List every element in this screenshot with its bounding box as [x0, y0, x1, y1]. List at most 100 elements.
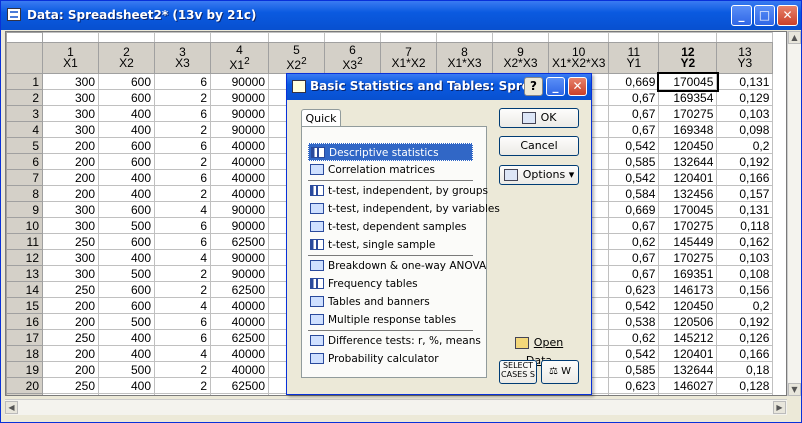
cell[interactable]: 0,118 — [716, 217, 774, 234]
cell[interactable]: 62500 — [210, 233, 269, 250]
cell[interactable]: 62500 — [210, 377, 269, 394]
cell[interactable]: 0,67 — [608, 217, 660, 234]
cell[interactable]: 600 — [98, 201, 155, 218]
column-header[interactable]: 13 Y3 — [716, 42, 774, 74]
tab-quick[interactable]: Quick — [301, 109, 341, 127]
analysis-list-item[interactable]: Probability calculator — [308, 350, 473, 368]
row-header[interactable]: 13 — [6, 265, 43, 282]
minimize-button[interactable]: _ — [731, 5, 752, 26]
column-header[interactable]: 4 X12 — [210, 42, 269, 74]
cell[interactable]: 132644 — [658, 361, 718, 378]
row-header[interactable]: 1 — [6, 73, 43, 90]
cell[interactable]: 0,585 — [608, 361, 660, 378]
cell[interactable]: 2 — [154, 89, 211, 106]
close-button[interactable]: ✕ — [777, 5, 798, 26]
cell[interactable]: 200 — [42, 297, 99, 314]
cell[interactable]: 400 — [98, 329, 155, 346]
row-header[interactable]: 7 — [6, 169, 43, 186]
cell[interactable]: 250 — [42, 393, 99, 395]
column-header[interactable]: 2 X2 — [98, 42, 155, 74]
cell[interactable]: 0,62 — [608, 329, 660, 346]
cell[interactable]: 120506 — [658, 313, 718, 330]
analysis-list-item[interactable]: Descriptive statistics — [308, 143, 473, 161]
analysis-list-item[interactable]: Tables and banners — [308, 293, 473, 311]
cell[interactable]: 0,128 — [716, 377, 774, 394]
row-header[interactable]: 5 — [6, 137, 43, 154]
cell[interactable]: 300 — [42, 121, 99, 138]
cell[interactable]: 0,542 — [608, 137, 660, 154]
row-header[interactable]: 6 — [6, 153, 43, 170]
row-header[interactable]: 3 — [6, 105, 43, 122]
cell[interactable]: 40000 — [210, 153, 269, 170]
cell[interactable]: 169348 — [658, 121, 718, 138]
cell[interactable]: 6 — [154, 169, 211, 186]
cell[interactable]: 170275 — [658, 217, 718, 234]
cell[interactable]: 6 — [154, 73, 211, 90]
cell[interactable]: 2 — [154, 121, 211, 138]
row-header[interactable]: 19 — [6, 361, 43, 378]
row-header[interactable]: 14 — [6, 281, 43, 298]
cell[interactable]: 0,108 — [716, 265, 774, 282]
row-header[interactable]: 4 — [6, 121, 43, 138]
cell[interactable]: 40000 — [210, 185, 269, 202]
column-header[interactable]: 5 X22 — [268, 42, 325, 74]
analysis-list-item[interactable]: Multiple response tables — [308, 311, 473, 329]
cell[interactable]: 145449 — [658, 233, 718, 250]
column-header[interactable]: 7 X1*X2 — [380, 42, 437, 74]
cell[interactable]: 132456 — [658, 185, 718, 202]
vertical-scrollbar[interactable]: ▲ ▼ — [787, 31, 801, 396]
cell[interactable]: 400 — [98, 185, 155, 202]
cell[interactable]: 2 — [154, 361, 211, 378]
analysis-list-item[interactable]: Frequency tables — [308, 275, 473, 293]
cell[interactable]: 2 — [154, 153, 211, 170]
analysis-list-item[interactable]: Breakdown & one-way ANOVA — [308, 257, 486, 275]
cell[interactable]: 300 — [42, 89, 99, 106]
cell[interactable]: 6 — [154, 313, 211, 330]
options-button[interactable]: Options ▾ — [499, 165, 579, 185]
cell[interactable]: 400 — [98, 105, 155, 122]
cell[interactable]: 200 — [42, 185, 99, 202]
dialog-titlebar[interactable]: Basic Statistics and Tables: Spreadsh ? … — [287, 74, 591, 100]
scroll-right-icon[interactable]: ▶ — [773, 401, 786, 414]
cell[interactable]: 0,542 — [608, 345, 660, 362]
cell[interactable]: 4 — [154, 201, 211, 218]
cell[interactable]: 120401 — [658, 345, 718, 362]
cell[interactable]: 2 — [154, 265, 211, 282]
cell[interactable]: 40000 — [210, 137, 269, 154]
cell[interactable]: 500 — [98, 313, 155, 330]
cell[interactable]: 90000 — [210, 265, 269, 282]
row-header[interactable]: 15 — [6, 297, 43, 314]
cell[interactable]: 0,166 — [716, 169, 774, 186]
cell[interactable]: 200 — [42, 313, 99, 330]
cell[interactable]: 300 — [42, 73, 99, 90]
analysis-list-item[interactable]: t-test, independent, by groups — [308, 182, 488, 200]
cell[interactable]: 600 — [98, 297, 155, 314]
cell[interactable]: 169351 — [658, 265, 718, 282]
analysis-list-item[interactable]: t-test, independent, by variables — [308, 200, 500, 218]
dialog-minimize-button[interactable]: _ — [546, 77, 565, 96]
cell[interactable]: 600 — [98, 281, 155, 298]
cell[interactable]: 0,585 — [608, 153, 660, 170]
scroll-down-icon[interactable]: ▼ — [788, 383, 801, 396]
row-header[interactable]: 11 — [6, 233, 43, 250]
row-header[interactable]: 10 — [6, 217, 43, 234]
cell[interactable]: 90000 — [210, 249, 269, 266]
cell[interactable]: 0,147 — [716, 393, 774, 395]
cell[interactable]: 0,62 — [608, 393, 660, 395]
column-header[interactable]: 6 X32 — [324, 42, 381, 74]
cell[interactable]: 400 — [98, 169, 155, 186]
cell[interactable]: 62500 — [210, 329, 269, 346]
cell[interactable]: 400 — [98, 345, 155, 362]
help-button[interactable]: ? — [524, 77, 543, 96]
cell[interactable]: 40000 — [210, 361, 269, 378]
cell[interactable]: 2 — [154, 281, 211, 298]
cell[interactable]: 90000 — [210, 105, 269, 122]
dialog-close-button[interactable]: ✕ — [568, 77, 587, 96]
cell[interactable]: 0,584 — [608, 185, 660, 202]
ok-button[interactable]: OK — [499, 108, 579, 128]
cell[interactable]: 40000 — [210, 313, 269, 330]
cell[interactable]: 2 — [154, 185, 211, 202]
cell[interactable]: 62500 — [210, 393, 269, 395]
analysis-list-item[interactable]: t-test, single sample — [308, 236, 473, 254]
cell[interactable]: 500 — [98, 217, 155, 234]
